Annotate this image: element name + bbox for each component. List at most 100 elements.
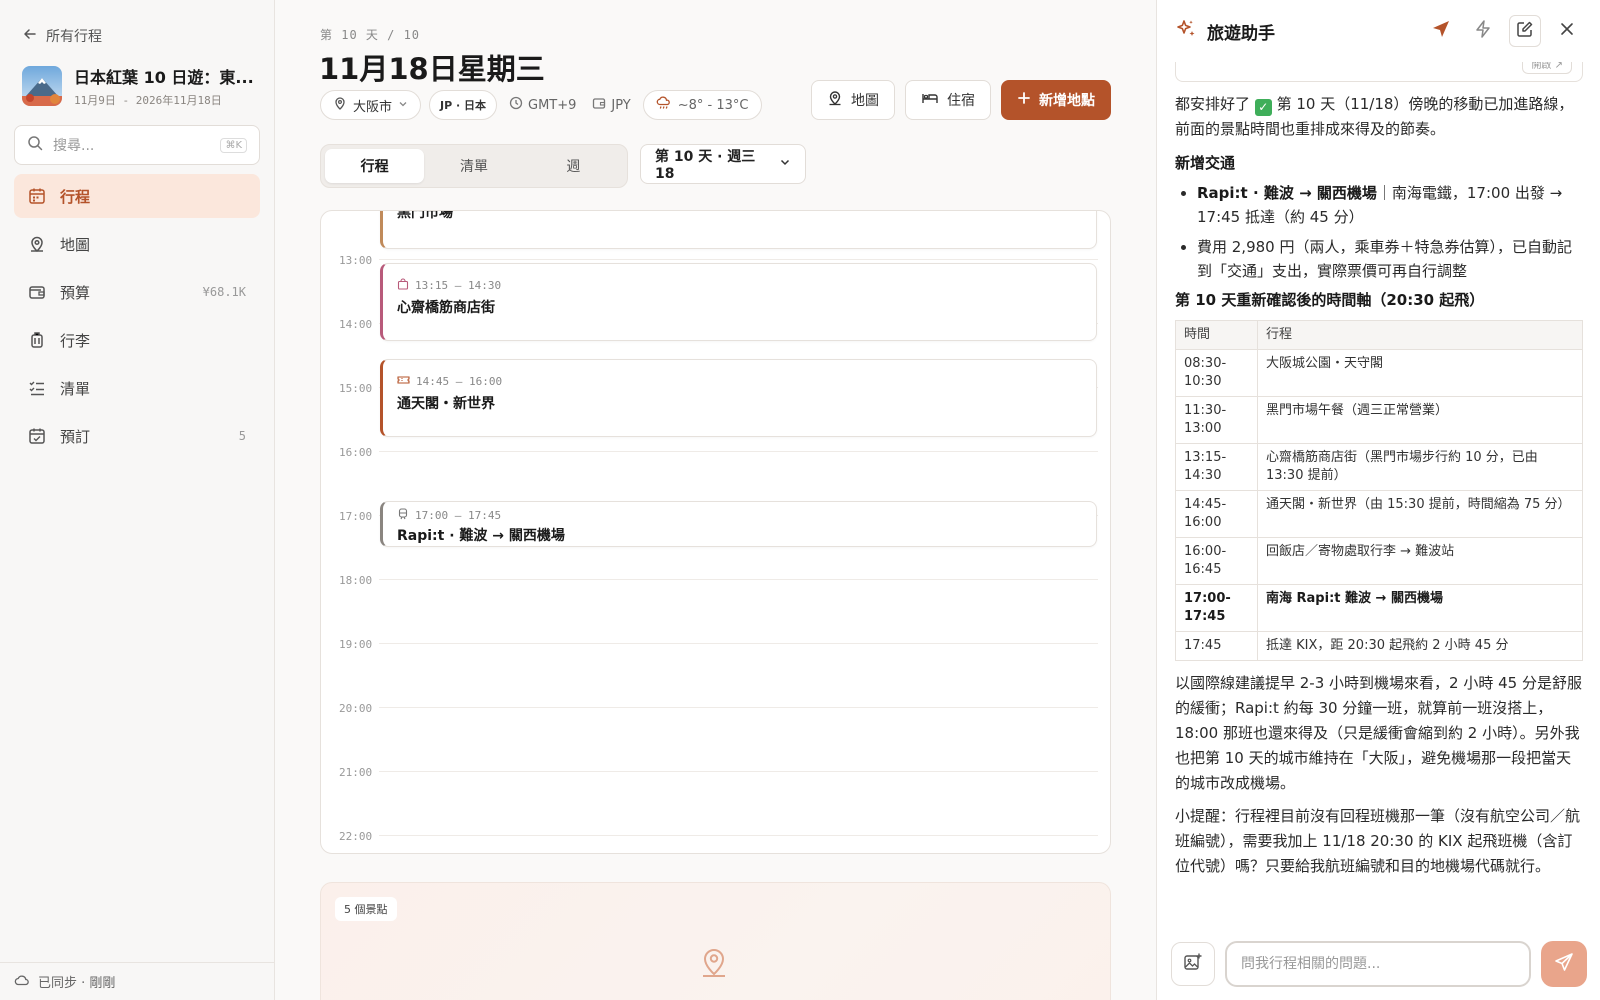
- quick-actions-button[interactable]: [1467, 15, 1499, 47]
- new-chat-button[interactable]: [1509, 15, 1541, 47]
- event-time-label: 14:45 – 16:00: [416, 375, 503, 388]
- weather-label: ~8° - 13°C: [677, 97, 749, 113]
- chat-input[interactable]: [1225, 941, 1531, 987]
- event-time-label: 13:15 – 14:30: [415, 279, 502, 292]
- day-view: 第 10 天 / 10 11月18日星期三 大阪市 JP · 日本 GMT+9 …: [275, 0, 1156, 1000]
- trip-thumbnail: [22, 66, 62, 106]
- day-timeline[interactable]: 13:00 14:00 15:00 16:00 17:00 18:00 19:0…: [320, 210, 1111, 854]
- assistant-intro: 都安排好了 ✓ 第 10 天（11/18）傍晚的移動已加進路線，前面的景點時間也…: [1175, 92, 1583, 142]
- event-title: 黑門市場: [397, 210, 453, 221]
- open-chip[interactable]: 開啟 ↗: [1522, 62, 1572, 74]
- timeline-heading: 第 10 天重新確認後的時間軸（20:30 起飛）: [1175, 291, 1485, 309]
- schedule-time: 08:30-10:30: [1175, 349, 1258, 397]
- assistant-toolbar: [1425, 15, 1583, 47]
- places-summary-card[interactable]: 5 個景點: [320, 882, 1111, 1000]
- day-selector[interactable]: 第 10 天 · 週三 18: [640, 144, 806, 184]
- table-row: 13:15-14:30 心齋橋筋商店街（黑門市場步行約 10 分，已由 13:30…: [1175, 443, 1583, 491]
- location-arrow-button[interactable]: [1425, 15, 1457, 47]
- schedule-time: 11:30-13:00: [1175, 396, 1258, 444]
- sidebar-item-map[interactable]: 地圖: [14, 222, 260, 266]
- sidebar-item-bookings[interactable]: 預訂 5: [14, 414, 260, 458]
- schedule-item: 心齋橋筋商店街（黑門市場步行約 10 分，已由 13:30 提前）: [1257, 443, 1583, 491]
- back-to-trips-link[interactable]: 所有行程: [22, 26, 102, 46]
- travel-assistant-panel: 旅遊助手 開啟 ↗ 都安排好了 ✓ 第 10 天（11/18）傍晚的移動已加進路…: [1156, 0, 1600, 1000]
- clock-icon: [509, 96, 523, 114]
- chat-composer: [1157, 928, 1600, 1000]
- back-label: 所有行程: [46, 29, 102, 45]
- add-place-button[interactable]: 新增地點: [1001, 80, 1111, 120]
- sidebar-item-itinerary[interactable]: 行程: [14, 174, 260, 218]
- sidebar-item-label: 行李: [60, 331, 91, 350]
- transport-list: Rapi:t · 難波 → 關西機場｜南海電鐵，17:00 出發 → 17:45…: [1175, 181, 1583, 283]
- table-row: 08:30-10:30 大阪城公園・天守閣: [1175, 349, 1583, 397]
- schedule-item: 抵達 KIX，距 20:30 起飛約 2 小時 45 分: [1257, 631, 1583, 661]
- search-shortcut: ⌘K: [220, 137, 247, 153]
- schedule-time: 17:00-17:45: [1175, 584, 1258, 632]
- sparkles-icon: [1175, 18, 1197, 44]
- hour-divider: [379, 643, 1098, 644]
- schedule-item: 南海 Rapi:t 難波 → 關西機場: [1257, 584, 1583, 632]
- city-selector[interactable]: 大阪市: [320, 90, 422, 120]
- event-card-shinsaibashi[interactable]: 13:15 – 14:30 心齋橋筋商店街: [380, 263, 1097, 341]
- table-row: 11:30-13:00 黑門市場午餐（週三正常營業）: [1175, 396, 1583, 444]
- image-plus-icon: [1183, 952, 1203, 976]
- buffer-paragraph: 以國際線建議提早 2-3 小時到機場來看，2 小時 45 分是舒服的緩衝；Rap…: [1175, 674, 1582, 792]
- send-button[interactable]: [1541, 941, 1587, 987]
- navigation-arrow-icon: [1431, 19, 1451, 43]
- day-selector-label: 第 10 天 · 週三 18: [655, 149, 756, 182]
- country-badge: JP · 日本: [429, 90, 498, 120]
- hour-label: 22:00: [339, 830, 373, 843]
- hour-label: 18:00: [339, 574, 373, 587]
- sync-status: 已同步 · 剛剛: [0, 962, 275, 1000]
- day-actions: 地圖 住宿 新增地點: [811, 80, 1111, 120]
- search-input[interactable]: 搜尋... ⌘K: [14, 125, 260, 165]
- transport-cost: 費用 2,980 円（兩人，乘車券＋特急券估算），已自動記到「交通」支出，實際票…: [1197, 238, 1572, 280]
- hour-divider: [379, 835, 1098, 836]
- hour-divider: [379, 771, 1098, 772]
- table-header-row: 時間 行程: [1175, 320, 1583, 350]
- day-counter: 第 10 天 / 10: [320, 28, 421, 42]
- lodging-button-label: 住宿: [947, 93, 975, 109]
- schedule-item: 回飯店／寄物處取行李 → 難波站: [1257, 537, 1583, 585]
- event-title: 通天閣・新世界: [397, 396, 495, 412]
- edit-icon: [1516, 20, 1534, 42]
- tab-week[interactable]: 週: [524, 149, 623, 183]
- tab-itinerary[interactable]: 行程: [325, 149, 425, 183]
- event-card-tsutenkaku[interactable]: 14:45 – 16:00 通天閣・新世界: [380, 359, 1097, 437]
- check-icon: ✓: [1254, 99, 1272, 116]
- transport-heading: 新增交通: [1175, 154, 1236, 172]
- map-button[interactable]: 地圖: [811, 80, 895, 120]
- schedule-time: 14:45-16:00: [1175, 490, 1258, 538]
- sidebar-item-checklist[interactable]: 清單: [14, 366, 260, 410]
- close-button[interactable]: [1551, 15, 1583, 47]
- hour-row: 20:00: [321, 702, 1110, 771]
- schedule-item: 黑門市場午餐（週三正常營業）: [1257, 396, 1583, 444]
- timezone: GMT+9: [505, 96, 580, 114]
- currency: JPY: [588, 96, 634, 114]
- map-pin-icon: [333, 96, 347, 114]
- sidebar-item-luggage[interactable]: 行李: [14, 318, 260, 362]
- tab-list[interactable]: 清單: [424, 149, 523, 183]
- transport-route: Rapi:t · 難波 → 關西機場: [1197, 184, 1377, 202]
- assistant-messages[interactable]: 開啟 ↗ 都安排好了 ✓ 第 10 天（11/18）傍晚的移動已加進路線，前面的…: [1157, 62, 1600, 928]
- hour-label: 14:00: [339, 318, 373, 331]
- sidebar-item-label: 行程: [60, 187, 91, 206]
- hour-divider: [379, 707, 1098, 708]
- assistant-title: 旅遊助手: [1207, 23, 1275, 44]
- places-count-badge: 5 個景點: [335, 897, 397, 921]
- close-icon: [1559, 21, 1575, 41]
- table-row: 17:00-17:45 南海 Rapi:t 難波 → 關西機場: [1175, 584, 1583, 632]
- table-row: 17:45 抵達 KIX，距 20:30 起飛約 2 小時 45 分: [1175, 631, 1583, 661]
- event-card-kuromon[interactable]: 黑門市場: [380, 210, 1097, 249]
- trip-card[interactable]: 日本紅葉 10 日遊：東... 11月9日 - 2026年11月18日: [22, 64, 262, 108]
- schedule-time: 16:00-16:45: [1175, 537, 1258, 585]
- hour-label: 17:00: [339, 510, 373, 523]
- sidebar-item-budget[interactable]: 預算 ¥68.1K: [14, 270, 260, 314]
- booking-calendar-icon: [28, 427, 46, 445]
- attach-image-button[interactable]: [1171, 942, 1215, 986]
- hour-label: 20:00: [339, 702, 373, 715]
- event-card-rapit[interactable]: 17:00 – 17:45 Rapi:t · 難波 → 關西機場: [380, 501, 1097, 547]
- sidebar-item-badge: ¥68.1K: [202, 285, 246, 299]
- lodging-button[interactable]: 住宿: [905, 80, 991, 120]
- hour-label: 15:00: [339, 382, 373, 395]
